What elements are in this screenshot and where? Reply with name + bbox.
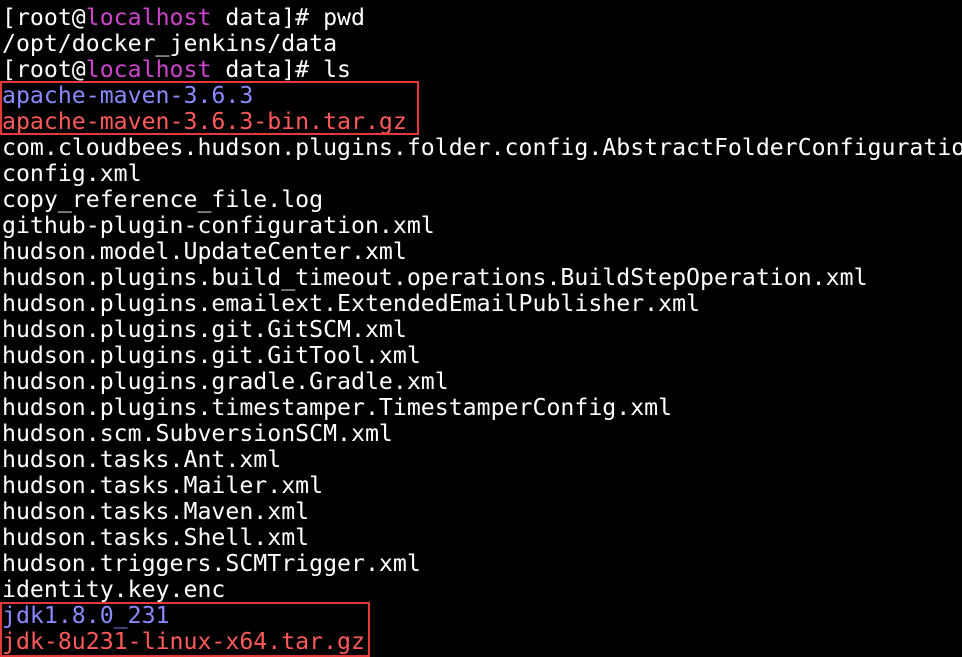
ls-entry-jdk-8u231-linux-x64-tar-gz: jdk-8u231-linux-x64.tar.gz bbox=[2, 628, 365, 655]
command-text: ls bbox=[323, 56, 352, 83]
prompt-hostname: localhost bbox=[85, 56, 212, 83]
ls-entry-hudson-tasks-mailer-xml: hudson.tasks.Mailer.xml bbox=[2, 472, 324, 499]
command-text: pwd bbox=[323, 4, 365, 31]
ls-entry-identity-key-enc: identity.key.enc bbox=[2, 576, 226, 603]
prompt-cwd: data]# bbox=[211, 4, 324, 31]
ls-entry-hudson-tasks-shell-xml: hudson.tasks.Shell.xml bbox=[2, 524, 310, 551]
prompt-line-pwd: [root@localhost data]# pwd bbox=[2, 5, 365, 31]
ls-entry-github-plugin-configuration-xml: github-plugin-configuration.xml bbox=[2, 212, 435, 239]
ls-entry-config-xml: config.xml bbox=[2, 160, 142, 187]
ls-entry-com-cloudbees-hudson-plugins-folder-config-abstractfolderconfiguratio: com.cloudbees.hudson.plugins.folder.conf… bbox=[2, 134, 962, 161]
prompt-cwd: data]# bbox=[211, 56, 324, 83]
ls-entry-hudson-tasks-ant-xml: hudson.tasks.Ant.xml bbox=[2, 446, 282, 473]
pwd-output: /opt/docker_jenkins/data bbox=[2, 30, 338, 57]
ls-entry-hudson-model-updatecenter-xml: hudson.model.UpdateCenter.xml bbox=[2, 238, 407, 265]
ls-entry-hudson-tasks-maven-xml: hudson.tasks.Maven.xml bbox=[2, 498, 310, 525]
ls-entry-apache-maven-3-6-3-bin-tar-gz: apache-maven-3.6.3-bin.tar.gz bbox=[2, 108, 407, 135]
ls-entry-hudson-plugins-build-timeout-operations-buildstepoperation-xml: hudson.plugins.build_timeout.operations.… bbox=[2, 264, 868, 291]
prompt-hostname: localhost bbox=[85, 4, 212, 31]
ls-entry-hudson-plugins-git-gitscm-xml: hudson.plugins.git.GitSCM.xml bbox=[2, 316, 407, 343]
ls-entry-hudson-plugins-emailext-extendedemailpublisher-xml: hudson.plugins.emailext.ExtendedEmailPub… bbox=[2, 290, 701, 317]
ls-entry-jdk1-8-0-231: jdk1.8.0_231 bbox=[2, 602, 170, 629]
ls-entry-hudson-plugins-git-gittool-xml: hudson.plugins.git.GitTool.xml bbox=[2, 342, 421, 369]
ls-entry-copy-reference-file-log: copy_reference_file.log bbox=[2, 186, 324, 213]
ls-entry-hudson-scm-subversionscm-xml: hudson.scm.SubversionSCM.xml bbox=[2, 420, 393, 447]
ls-entry-hudson-plugins-timestamper-timestamperconfig-xml: hudson.plugins.timestamper.TimestamperCo… bbox=[2, 394, 673, 421]
prompt-user: [root@ bbox=[2, 4, 86, 31]
ls-entry-apache-maven-3-6-3: apache-maven-3.6.3 bbox=[2, 82, 254, 109]
prompt-user: [root@ bbox=[2, 56, 86, 83]
ls-entry-hudson-triggers-scmtrigger-xml: hudson.triggers.SCMTrigger.xml bbox=[2, 550, 421, 577]
prompt-line-ls: [root@localhost data]# ls bbox=[2, 57, 351, 83]
ls-entry-hudson-plugins-gradle-gradle-xml: hudson.plugins.gradle.Gradle.xml bbox=[2, 368, 449, 395]
terminal-window[interactable]: [root@localhost data]# pwd /opt/docker_j… bbox=[0, 0, 962, 657]
